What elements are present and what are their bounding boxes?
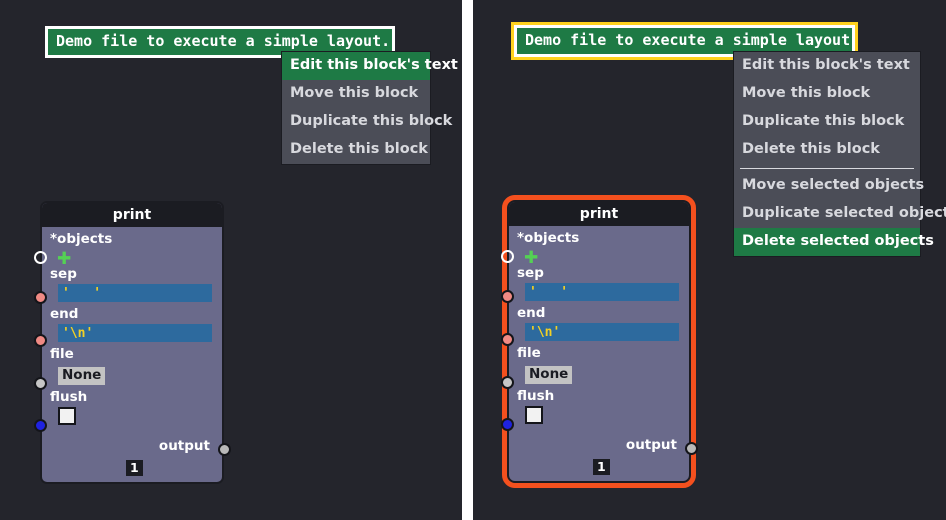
socket-file[interactable]: [501, 376, 514, 389]
input-row-flush: [42, 407, 222, 428]
input-label-file: file: [517, 345, 541, 361]
add-input-plus-icon[interactable]: ✚: [524, 250, 538, 267]
panel-left: Demo file to execute a simple layout. Ed…: [0, 0, 462, 520]
panel-right: Demo file to execute a simple layout. Ed…: [473, 0, 946, 520]
menu-item-duplicate-block[interactable]: Duplicate this block: [734, 108, 920, 136]
input-row-sep: ' ': [509, 283, 689, 304]
comment-block-text: Demo file to execute a simple layout.: [525, 31, 860, 49]
socket-output[interactable]: [218, 443, 231, 456]
input-row-objects: ✚: [509, 248, 689, 267]
menu-item-move-selected-objects[interactable]: Move selected objects: [734, 172, 924, 200]
input-row-flush: [509, 406, 689, 427]
input-label-flush: flush: [517, 388, 555, 404]
end-value-field[interactable]: '\n': [525, 323, 679, 341]
socket-flush[interactable]: [34, 419, 47, 432]
output-row: output: [509, 437, 689, 453]
menu-item-edit-block-text[interactable]: Edit this block's text: [282, 52, 458, 80]
flush-checkbox[interactable]: [58, 407, 76, 425]
input-label-end: end: [50, 306, 79, 322]
input-label-sep: sep: [50, 266, 77, 282]
input-label-flush: flush: [50, 389, 88, 405]
socket-objects[interactable]: [34, 251, 47, 264]
menu-item-delete-block[interactable]: Delete this block: [282, 136, 430, 164]
socket-end[interactable]: [34, 334, 47, 347]
socket-objects[interactable]: [501, 250, 514, 263]
node-print[interactable]: print *objects ✚ sep ' ' end '\n' file N…: [502, 195, 696, 488]
screenshot-stage: Demo file to execute a simple layout. Ed…: [0, 0, 946, 520]
end-value-text: '\n': [529, 324, 561, 340]
socket-end[interactable]: [501, 333, 514, 346]
input-row-end: '\n': [42, 324, 222, 345]
sep-value-field[interactable]: ' ': [58, 284, 212, 302]
context-menu-left[interactable]: Edit this block's text Move this block D…: [281, 51, 458, 165]
sep-value-text: ' ': [529, 284, 569, 300]
menu-item-duplicate-selected-objects[interactable]: Duplicate selected objects: [734, 200, 946, 228]
socket-file[interactable]: [34, 377, 47, 390]
input-label-objects: *objects: [517, 230, 580, 246]
menu-item-delete-block[interactable]: Delete this block: [734, 136, 920, 164]
add-input-plus-icon[interactable]: ✚: [57, 251, 71, 268]
socket-flush[interactable]: [501, 418, 514, 431]
output-row: output: [42, 438, 222, 454]
socket-output[interactable]: [685, 442, 698, 455]
input-label-file: file: [50, 346, 74, 362]
comment-block-text: Demo file to execute a simple layout.: [56, 32, 391, 50]
input-label-end: end: [517, 305, 546, 321]
node-print-right-wrap: print *objects ✚ sep ' ' end '\n' file N…: [501, 195, 698, 488]
input-row-end: '\n': [509, 323, 689, 344]
menu-item-delete-selected-objects[interactable]: Delete selected objects: [734, 228, 934, 256]
menu-item-move-block[interactable]: Move this block: [282, 80, 430, 108]
output-label: output: [158, 438, 210, 454]
end-value-text: '\n': [62, 325, 94, 341]
sep-value-text: ' ': [62, 285, 102, 301]
sep-value-field[interactable]: ' ': [525, 283, 679, 301]
input-label-sep: sep: [517, 265, 544, 281]
file-value-none[interactable]: None: [58, 367, 106, 385]
socket-sep[interactable]: [501, 290, 514, 303]
node-title: print: [509, 202, 689, 226]
input-row-objects: ✚: [42, 249, 222, 268]
node-print-left-wrap: print *objects ✚ sep ' ' end '\n' file N…: [34, 201, 231, 484]
input-label-objects: *objects: [50, 231, 113, 247]
input-row-file: None: [509, 363, 689, 387]
node-title: print: [42, 203, 222, 227]
node-print[interactable]: print *objects ✚ sep ' ' end '\n' file N…: [40, 201, 224, 484]
node-count-badge: 1: [126, 460, 143, 476]
node-body: *objects ✚ sep ' ' end '\n' file None fl…: [42, 227, 222, 482]
socket-sep[interactable]: [34, 291, 47, 304]
end-value-field[interactable]: '\n': [58, 324, 212, 342]
file-value-none[interactable]: None: [525, 366, 573, 384]
context-menu-right[interactable]: Edit this block's text Move this block D…: [733, 51, 946, 257]
flush-checkbox[interactable]: [525, 406, 543, 424]
menu-divider: [740, 168, 914, 169]
menu-item-move-block[interactable]: Move this block: [734, 80, 920, 108]
input-row-sep: ' ': [42, 284, 222, 305]
output-label: output: [625, 437, 677, 453]
node-body: *objects ✚ sep ' ' end '\n' file None fl…: [509, 226, 689, 481]
input-row-file: None: [42, 364, 222, 388]
node-count-badge: 1: [593, 459, 610, 475]
menu-item-duplicate-block[interactable]: Duplicate this block: [282, 108, 452, 136]
menu-item-edit-block-text[interactable]: Edit this block's text: [734, 52, 920, 80]
